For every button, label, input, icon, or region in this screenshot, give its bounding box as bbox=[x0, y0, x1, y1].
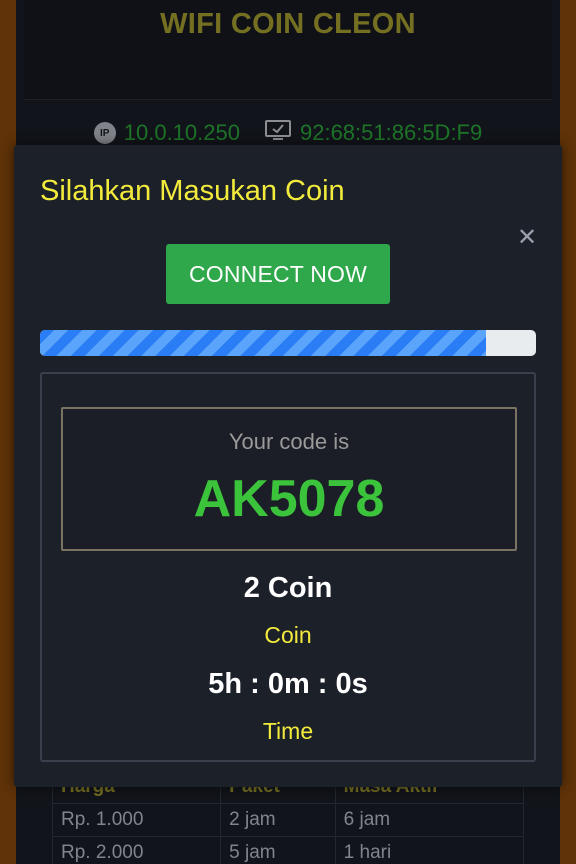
voucher-code: AK5078 bbox=[193, 470, 385, 528]
coin-modal: Silahkan Masukan Coin ✕ CONNECT NOW Your… bbox=[14, 145, 562, 787]
connect-now-button[interactable]: CONNECT NOW bbox=[166, 244, 390, 304]
coin-count: 2 Coin bbox=[243, 572, 333, 604]
code-label: Your code is bbox=[228, 429, 350, 454]
voucher-panel: Your code is AK5078 2 Coin Coin 5h : 0m … bbox=[40, 372, 536, 762]
close-icon[interactable]: ✕ bbox=[516, 226, 538, 250]
time-remaining: 5h : 0m : 0s bbox=[208, 668, 368, 700]
modal-title: Silahkan Masukan Coin bbox=[40, 175, 345, 207]
time-label: Time bbox=[262, 718, 314, 744]
progress-fill bbox=[40, 330, 487, 356]
coin-progress-bar bbox=[40, 330, 536, 356]
coin-label: Coin bbox=[264, 622, 312, 648]
voucher-code-box: Your code is AK5078 bbox=[61, 407, 517, 551]
